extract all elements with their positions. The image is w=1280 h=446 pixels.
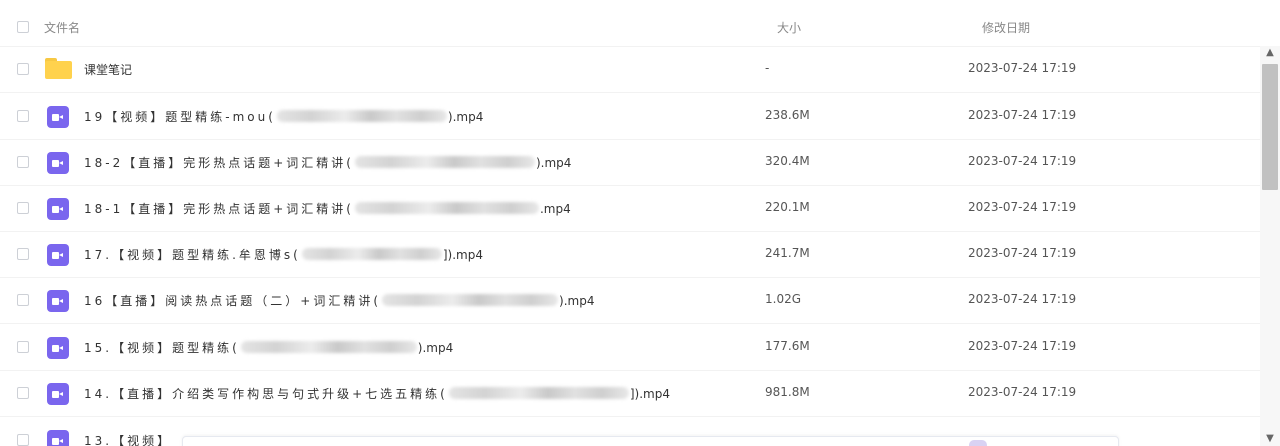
folder-icon (45, 58, 72, 79)
file-row[interactable]: 14.【直播】介绍类写作构思与句式升级+七选五精练(]).mp4 981.8M … (0, 370, 1260, 417)
scroll-down-arrow-icon[interactable]: ▼ (1260, 432, 1280, 446)
file-name-prefix: 18-2【直播】完形热点话题+词汇精讲( (84, 156, 354, 170)
file-date: 2023-07-24 17:19 (968, 246, 1077, 260)
file-name-prefix: 18-1【直播】完形热点话题+词汇精讲( (84, 202, 354, 216)
row-checkbox[interactable] (17, 341, 29, 353)
file-name[interactable]: 14.【直播】介绍类写作构思与句式升级+七选五精练( ]).mp4 (84, 385, 670, 402)
file-name-suffix: ]).mp4 (442, 248, 483, 262)
file-row[interactable]: 18-2【直播】完形热点话题+词汇精讲( ).mp4 320.4M 2023-07… (0, 139, 1260, 186)
file-size: 220.1M (765, 200, 810, 214)
file-row[interactable]: 17.【视频】题型精练.牟恩博s( ]).mp4 241.7M 2023-07-2… (0, 231, 1260, 278)
floating-panel (182, 436, 1119, 446)
file-row[interactable]: 16【直播】阅读热点话题（二）+词汇精讲( ).mp4 1.02G 2023-07… (0, 277, 1260, 324)
redacted-text (448, 387, 629, 399)
scrollbar-thumb[interactable] (1262, 64, 1278, 190)
file-size: 981.8M (765, 385, 810, 399)
file-row[interactable]: 18-1【直播】完形热点话题+词汇精讲( .mp4 220.1M 2023-07-… (0, 185, 1260, 232)
redacted-text (301, 248, 442, 260)
file-name[interactable]: 18-1【直播】完形热点话题+词汇精讲( .mp4 (84, 200, 571, 217)
file-name[interactable]: 19【视频】题型精练-mou( ).mp4 (84, 108, 483, 125)
video-file-icon (47, 106, 69, 128)
file-name-prefix: 16【直播】阅读热点话题（二）+词汇精讲( (84, 294, 382, 308)
file-list: 文件名 大小 修改日期 课堂笔记 - 2023-07-24 17:19 19【视… (0, 0, 1280, 446)
file-row-folder[interactable]: 课堂笔记 - 2023-07-24 17:19 (0, 46, 1260, 93)
file-size: 177.6M (765, 339, 810, 353)
redacted-text (276, 110, 447, 122)
file-date: 2023-07-24 17:19 (968, 154, 1077, 168)
redacted-text (382, 294, 559, 306)
file-date: 2023-07-24 17:19 (968, 385, 1077, 399)
column-header-size[interactable]: 大小 (777, 19, 801, 36)
file-row[interactable]: 15.【视频】题型精练( ).mp4 177.6M 2023-07-24 17:1… (0, 324, 1260, 371)
file-name-prefix: 13.【视频】 (84, 434, 173, 446)
file-name-prefix: 17.【视频】题型精练.牟恩博s( (84, 248, 301, 262)
column-header-name[interactable]: 文件名 (44, 19, 80, 36)
file-name-suffix: ).mp4 (559, 294, 595, 308)
row-checkbox[interactable] (17, 294, 29, 306)
file-name-suffix: .mp4 (539, 202, 571, 216)
row-checkbox[interactable] (17, 156, 29, 168)
file-name-suffix: ]).mp4 (629, 387, 670, 401)
scroll-up-arrow-icon[interactable]: ▲ (1260, 46, 1280, 60)
file-date: 2023-07-24 17:19 (968, 292, 1077, 306)
file-size: 241.7M (765, 246, 810, 260)
file-name-prefix: 14.【直播】介绍类写作构思与句式升级+七选五精练( (84, 387, 448, 401)
file-name-prefix: 19【视频】题型精练-mou( (84, 110, 276, 124)
redacted-text (240, 341, 417, 353)
video-file-icon (47, 337, 69, 359)
file-name[interactable]: 17.【视频】题型精练.牟恩博s( ]).mp4 (84, 246, 483, 263)
file-row[interactable]: 19【视频】题型精练-mou( ).mp4 238.6M 2023-07-24 1… (0, 93, 1260, 140)
column-header-date[interactable]: 修改日期 (982, 19, 1030, 36)
file-name-suffix: ).mp4 (535, 156, 572, 170)
video-file-icon (47, 430, 69, 446)
row-checkbox[interactable] (17, 110, 29, 122)
row-checkbox[interactable] (17, 63, 29, 75)
row-checkbox[interactable] (17, 387, 29, 399)
file-name-suffix: ).mp4 (417, 341, 454, 355)
file-name-prefix: 15.【视频】题型精练( (84, 341, 240, 355)
file-date: 2023-07-24 17:19 (968, 339, 1077, 353)
file-name[interactable]: 18-2【直播】完形热点话题+词汇精讲( ).mp4 (84, 154, 571, 171)
video-file-icon (47, 244, 69, 266)
file-date: 2023-07-24 17:19 (968, 61, 1077, 75)
video-file-icon (47, 198, 69, 220)
row-checkbox[interactable] (17, 202, 29, 214)
file-date: 2023-07-24 17:19 (968, 108, 1077, 122)
select-all-checkbox[interactable] (17, 21, 29, 33)
video-file-icon (47, 383, 69, 405)
video-file-icon (47, 290, 69, 312)
file-size: - (765, 61, 770, 75)
video-file-icon (47, 152, 69, 174)
vertical-scrollbar[interactable]: ▲ ▼ (1260, 46, 1280, 446)
redacted-text (354, 156, 535, 168)
panel-indicator (969, 440, 987, 446)
file-size: 1.02G (765, 292, 802, 306)
row-checkbox[interactable] (17, 248, 29, 260)
file-name[interactable]: 16【直播】阅读热点话题（二）+词汇精讲( ).mp4 (84, 292, 594, 309)
file-name[interactable]: 课堂笔记 (84, 61, 132, 78)
file-size: 238.6M (765, 108, 810, 122)
file-size: 320.4M (765, 154, 810, 168)
file-name[interactable]: 13.【视频】 (84, 432, 172, 446)
file-list-header: 文件名 大小 修改日期 (0, 0, 1260, 47)
file-name-suffix: ).mp4 (447, 110, 484, 124)
file-date: 2023-07-24 17:19 (968, 200, 1077, 214)
row-checkbox[interactable] (17, 434, 29, 446)
file-name[interactable]: 15.【视频】题型精练( ).mp4 (84, 339, 453, 356)
redacted-text (354, 202, 539, 214)
